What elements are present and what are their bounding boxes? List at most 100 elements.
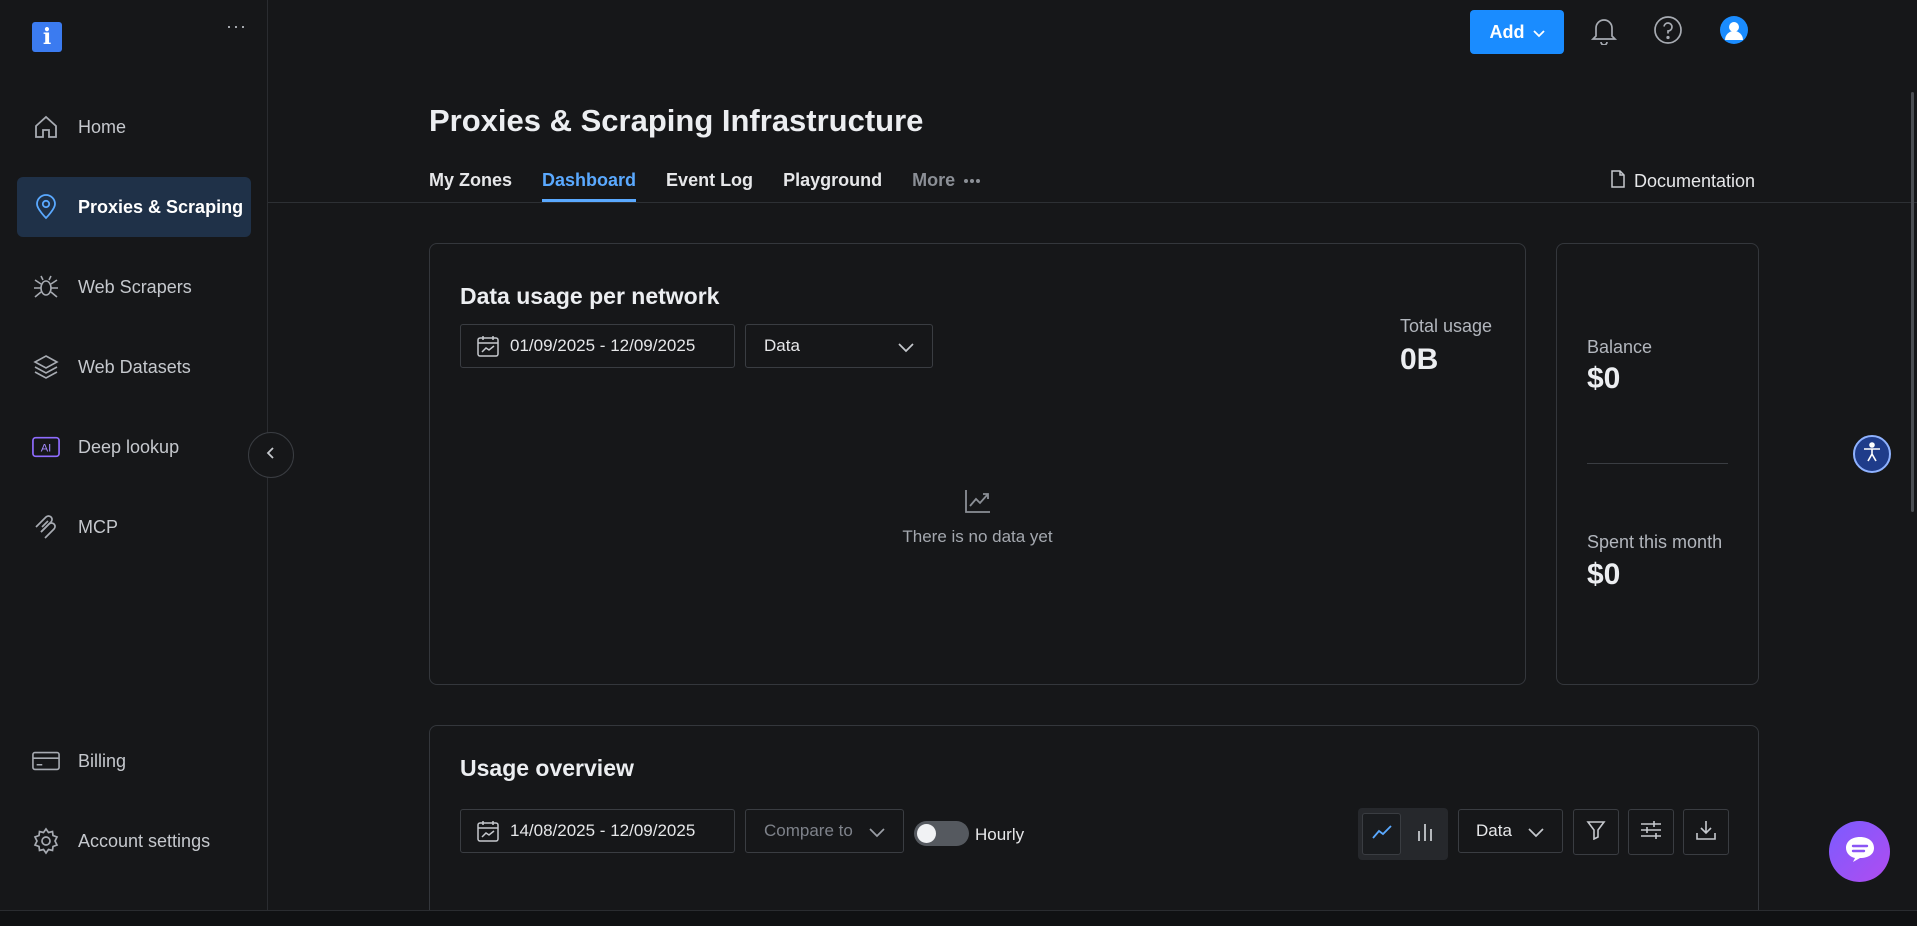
sliders-icon (1640, 820, 1662, 845)
sidebar-item-billing[interactable]: Billing (17, 731, 251, 791)
ai-icon: AI (32, 433, 60, 461)
add-button-label: Add (1489, 21, 1525, 42)
sidebar-item-label: Home (78, 116, 127, 137)
line-chart-button[interactable] (1362, 813, 1401, 855)
user-avatar-icon (1719, 15, 1749, 50)
tab-dashboard[interactable]: Dashboard (542, 166, 637, 202)
ellipsis-icon (963, 170, 981, 202)
notifications-button[interactable] (1587, 14, 1621, 50)
line-chart-icon (1371, 824, 1392, 845)
accessibility-button[interactable] (1853, 435, 1891, 473)
filter-button[interactable] (1573, 809, 1619, 855)
metric-select-value: Data (764, 336, 800, 355)
balance-card (1556, 243, 1759, 685)
usage-overview-title: Usage overview (460, 755, 634, 781)
spider-icon (32, 273, 60, 301)
tab-playground[interactable]: Playground (783, 166, 882, 202)
total-usage-label: Total usage (1400, 316, 1493, 336)
document-icon (1610, 170, 1626, 193)
chevron-down-icon (869, 823, 885, 843)
bar-chart-icon (1416, 822, 1434, 847)
sidebar-item-deep-lookup[interactable]: AI Deep lookup (17, 417, 251, 477)
chart-type-switch (1358, 808, 1448, 860)
data-usage-metric-select[interactable]: Data (745, 324, 933, 368)
balance-value: $0 (1587, 362, 1621, 395)
tab-bar: My Zones Dashboard Event Log Playground … (429, 166, 981, 202)
sidebar-item-label: Web Datasets (78, 356, 191, 377)
page-title: Proxies & Scraping Infrastructure (429, 103, 924, 138)
page-scrollbar[interactable] (1911, 92, 1914, 512)
os-taskbar (0, 910, 1917, 926)
sidebar-item-label: Deep lookup (78, 436, 180, 457)
bell-icon (1590, 15, 1618, 50)
sidebar-item-home[interactable]: Home (17, 97, 251, 157)
sidebar: i ··· Home Proxies & Scraping Web Scrape… (0, 0, 268, 910)
metric-select-value: Data (1476, 821, 1512, 840)
compare-to-select[interactable]: Compare to (745, 809, 904, 853)
settings-sliders-button[interactable] (1628, 809, 1674, 855)
logo[interactable]: i (32, 22, 62, 52)
question-circle-icon (1653, 15, 1683, 50)
date-range-value: 14/08/2025 - 12/09/2025 (510, 821, 696, 840)
collapse-sidebar-button[interactable] (248, 432, 294, 478)
empty-state-message: There is no data yet (902, 527, 1053, 546)
sidebar-item-proxies-scraping[interactable]: Proxies & Scraping (17, 177, 251, 237)
usage-overview-metric-select[interactable]: Data (1458, 809, 1563, 853)
mcp-icon (32, 513, 60, 541)
chevron-down-icon (898, 338, 914, 358)
hourly-label: Hourly (975, 825, 1025, 844)
balance-divider (1587, 463, 1728, 464)
empty-state: There is no data yet (900, 488, 1055, 547)
total-usage-value: 0B (1400, 343, 1439, 376)
location-pin-icon (32, 193, 60, 221)
spent-this-month-label: Spent this month (1587, 532, 1723, 552)
sidebar-more-button[interactable]: ··· (226, 16, 247, 37)
data-usage-date-range[interactable]: 01/09/2025 - 12/09/2025 (460, 324, 735, 368)
filter-icon (1586, 820, 1606, 845)
chat-bubble-icon (1843, 834, 1877, 869)
sidebar-item-label: Web Scrapers (78, 276, 192, 297)
documentation-label: Documentation (1634, 171, 1756, 191)
spent-this-month-value: $0 (1587, 558, 1621, 591)
svg-text:AI: AI (41, 443, 52, 455)
chevron-left-icon (264, 446, 278, 465)
add-button[interactable]: Add (1470, 10, 1564, 54)
layers-icon (32, 353, 60, 381)
app-window: i ··· Home Proxies & Scraping Web Scrape… (0, 0, 1917, 926)
sidebar-item-web-scrapers[interactable]: Web Scrapers (17, 257, 251, 317)
chevron-down-icon (1528, 823, 1544, 843)
accessibility-icon (1861, 441, 1883, 468)
download-button[interactable] (1683, 809, 1729, 855)
tab-event-log[interactable]: Event Log (666, 166, 753, 202)
trend-chart-icon (964, 490, 992, 518)
compare-to-placeholder: Compare to (764, 821, 853, 840)
hourly-toggle[interactable] (914, 821, 969, 846)
calendar-chart-icon (476, 819, 500, 843)
home-icon (32, 113, 60, 141)
chevron-down-icon (1532, 22, 1545, 43)
chat-widget-button[interactable] (1829, 821, 1890, 882)
toggle-knob (917, 824, 936, 843)
sidebar-item-label: Billing (78, 750, 127, 771)
download-icon (1695, 819, 1717, 846)
sidebar-item-mcp[interactable]: MCP (17, 497, 251, 557)
credit-card-icon (32, 747, 60, 775)
data-usage-title: Data usage per network (460, 283, 720, 309)
sidebar-item-label: Account settings (78, 830, 211, 851)
bar-chart-button[interactable] (1405, 813, 1444, 855)
tab-more-label: More (912, 170, 956, 190)
balance-label: Balance (1587, 337, 1653, 357)
user-avatar[interactable] (1717, 14, 1751, 50)
sidebar-item-web-datasets[interactable]: Web Datasets (17, 337, 251, 397)
usage-overview-date-range[interactable]: 14/08/2025 - 12/09/2025 (460, 809, 735, 853)
date-range-value: 01/09/2025 - 12/09/2025 (510, 336, 696, 355)
sidebar-item-account-settings[interactable]: Account settings (17, 811, 251, 871)
tab-my-zones[interactable]: My Zones (429, 166, 512, 202)
documentation-link[interactable]: Documentation (1610, 170, 1755, 193)
tab-divider (268, 202, 1917, 203)
sidebar-item-label: MCP (78, 516, 118, 537)
sidebar-item-label: Proxies & Scraping (78, 196, 244, 217)
gear-icon (32, 827, 60, 855)
tab-more[interactable]: More (912, 166, 981, 202)
help-button[interactable] (1651, 14, 1685, 50)
